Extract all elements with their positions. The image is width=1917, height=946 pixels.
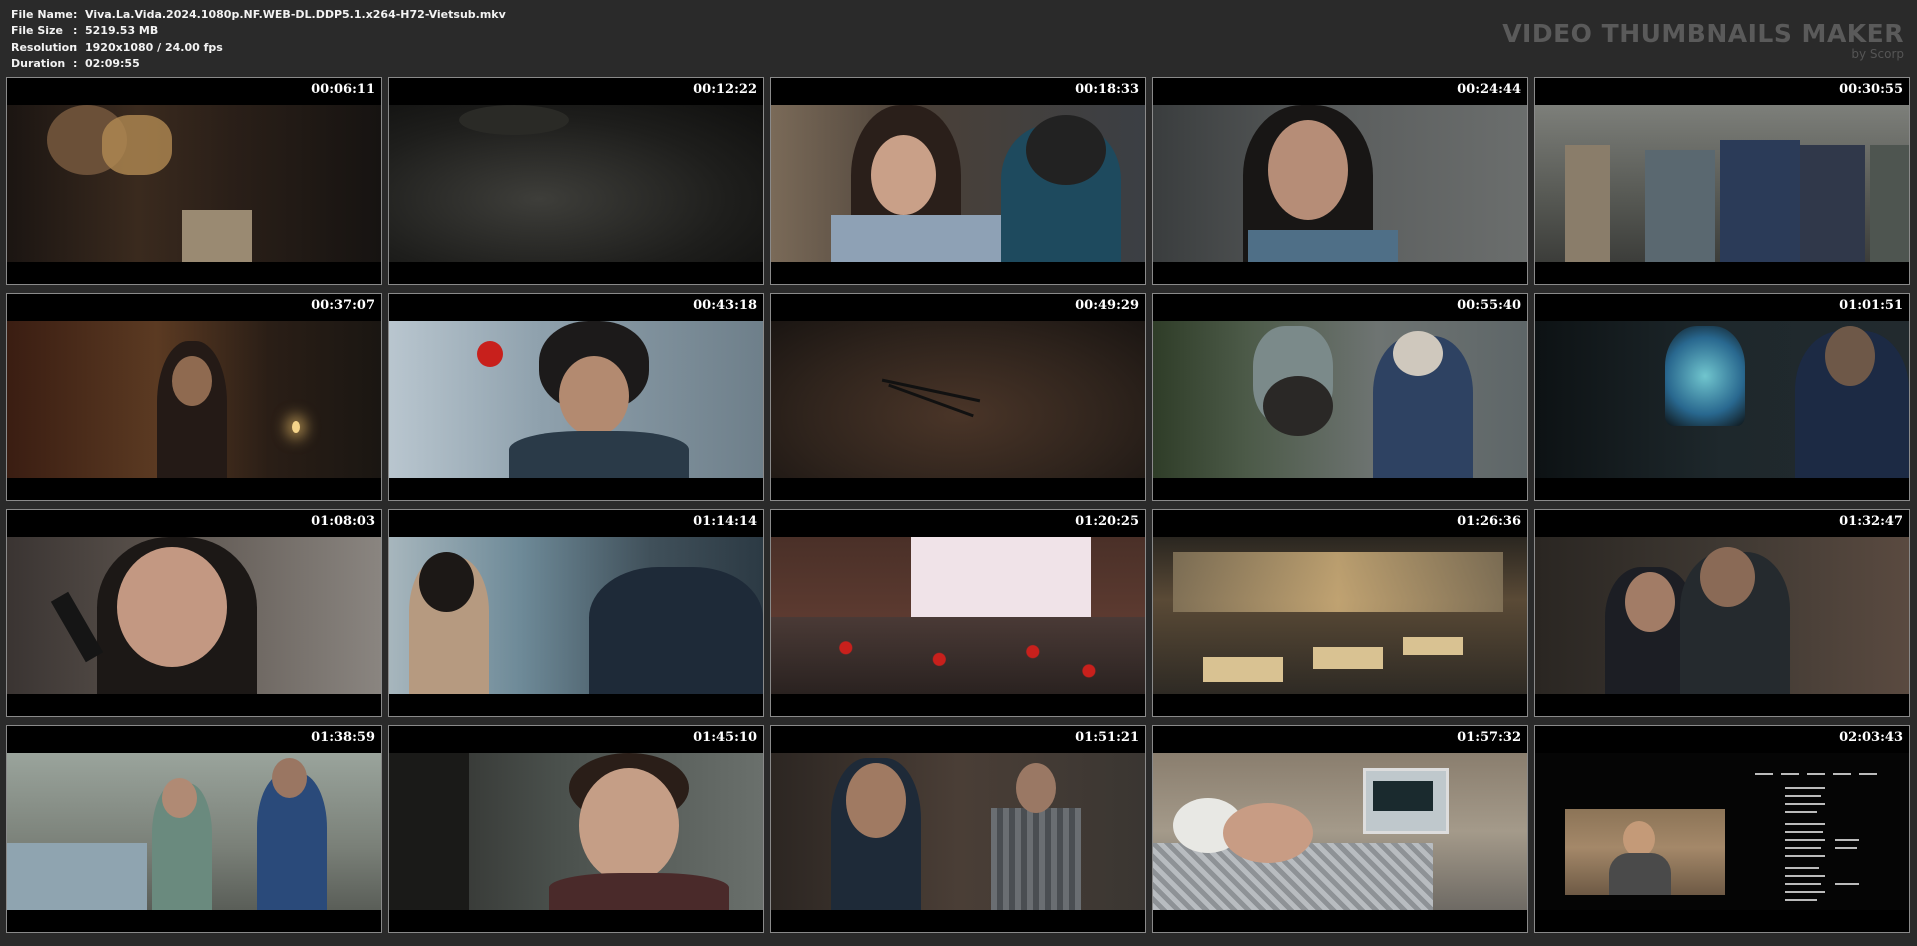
- thumbnail-grid: 00:06:11 00:12:22 00:18:33 00:24:44 00:3…: [6, 77, 1910, 933]
- info-value: 5219.53 MB: [85, 24, 159, 38]
- thumbnail-frame[interactable]: 00:30:55: [1534, 77, 1910, 285]
- timestamp: 00:18:33: [1075, 82, 1139, 97]
- thumbnail-frame[interactable]: 00:49:29: [770, 293, 1146, 501]
- thumbnail-frame[interactable]: 01:20:25: [770, 509, 1146, 717]
- frame-image: [7, 753, 381, 910]
- thumbnail-frame[interactable]: 01:51:21: [770, 725, 1146, 933]
- frame-image: [1153, 753, 1527, 910]
- thumbnail-frame[interactable]: 00:37:07: [6, 293, 382, 501]
- frame-image: [1153, 105, 1527, 262]
- timestamp: 00:06:11: [311, 82, 375, 97]
- frame-image: [1535, 321, 1909, 478]
- thumbnail-frame[interactable]: 01:14:14: [388, 509, 764, 717]
- frame-image: [1153, 537, 1527, 694]
- timestamp: 01:14:14: [693, 514, 757, 529]
- timestamp: 01:08:03: [311, 514, 375, 529]
- info-key: File Size: [11, 24, 63, 38]
- info-value: Viva.La.Vida.2024.1080p.NF.WEB-DL.DDP5.1…: [85, 8, 506, 21]
- frame-image: [389, 321, 763, 478]
- thumbnail-frame[interactable]: 00:12:22: [388, 77, 764, 285]
- info-key: File Name: [11, 8, 73, 21]
- brand-subtitle: by Scorp: [1851, 47, 1904, 61]
- timestamp: 01:38:59: [311, 730, 375, 745]
- timestamp: 02:03:43: [1839, 730, 1903, 745]
- thumbnail-frame[interactable]: 01:01:51: [1534, 293, 1910, 501]
- frame-image: [389, 105, 763, 262]
- thumbnail-frame[interactable]: 00:06:11: [6, 77, 382, 285]
- thumbnail-frame[interactable]: 00:18:33: [770, 77, 1146, 285]
- frame-image: [1535, 105, 1909, 262]
- frame-image: [1153, 321, 1527, 478]
- timestamp: 01:01:51: [1839, 298, 1903, 313]
- timestamp: 01:57:32: [1457, 730, 1521, 745]
- thumbnail-frame[interactable]: 01:32:47: [1534, 509, 1910, 717]
- timestamp: 01:20:25: [1075, 514, 1139, 529]
- timestamp: 01:51:21: [1075, 730, 1139, 745]
- timestamp: 01:45:10: [693, 730, 757, 745]
- info-row-duration: Duration : 02:09:55: [11, 56, 506, 72]
- frame-image: [771, 753, 1145, 910]
- thumbnail-frame[interactable]: 02:03:43: [1534, 725, 1910, 933]
- brand-title: VIDEO THUMBNAILS MAKER: [1502, 19, 1904, 48]
- info-row-resolution: Resolution : 1920x1080 / 24.00 fps: [11, 40, 506, 56]
- credits-inset-image: [1565, 809, 1725, 895]
- frame-image: [771, 321, 1145, 478]
- thumbnail-frame[interactable]: 01:45:10: [388, 725, 764, 933]
- timestamp: 00:43:18: [693, 298, 757, 313]
- thumbnail-frame[interactable]: 01:57:32: [1152, 725, 1528, 933]
- frame-image: [771, 537, 1145, 694]
- timestamp: 00:12:22: [693, 82, 757, 97]
- thumbnail-frame[interactable]: 00:43:18: [388, 293, 764, 501]
- info-key: Duration: [11, 56, 66, 70]
- frame-image: [1535, 537, 1909, 694]
- timestamp: 00:30:55: [1839, 82, 1903, 97]
- timestamp: 00:24:44: [1457, 82, 1521, 97]
- info-key: Resolution: [11, 40, 78, 54]
- info-separator: :: [73, 24, 78, 38]
- info-row-file-name: File Name : Viva.La.Vida.2024.1080p.NF.W…: [11, 7, 506, 23]
- timestamp: 01:26:36: [1457, 514, 1521, 529]
- timestamp: 01:32:47: [1839, 514, 1903, 529]
- info-separator: :: [73, 8, 78, 21]
- frame-image: [389, 753, 763, 910]
- timestamp: 00:49:29: [1075, 298, 1139, 313]
- thumbnail-frame[interactable]: 01:26:36: [1152, 509, 1528, 717]
- frame-image: [1535, 753, 1909, 910]
- timestamp: 00:55:40: [1457, 298, 1521, 313]
- thumbnail-frame[interactable]: 01:38:59: [6, 725, 382, 933]
- info-value: 02:09:55: [85, 56, 140, 70]
- thumbnail-frame[interactable]: 00:24:44: [1152, 77, 1528, 285]
- frame-image: [389, 537, 763, 694]
- brand-watermark: VIDEO THUMBNAILS MAKER by Scorp: [1502, 20, 1904, 61]
- info-separator: :: [73, 40, 78, 54]
- timestamp: 00:37:07: [311, 298, 375, 313]
- info-value: 1920x1080 / 24.00 fps: [85, 40, 223, 54]
- thumbnail-frame[interactable]: 01:08:03: [6, 509, 382, 717]
- frame-image: [771, 105, 1145, 262]
- frame-image: [7, 537, 381, 694]
- thumbnail-frame[interactable]: 00:55:40: [1152, 293, 1528, 501]
- frame-image: [7, 105, 381, 262]
- frame-image: [7, 321, 381, 478]
- info-separator: :: [73, 56, 78, 70]
- info-row-file-size: File Size : 5219.53 MB: [11, 23, 506, 39]
- file-info-panel: File Name : Viva.La.Vida.2024.1080p.NF.W…: [11, 7, 506, 72]
